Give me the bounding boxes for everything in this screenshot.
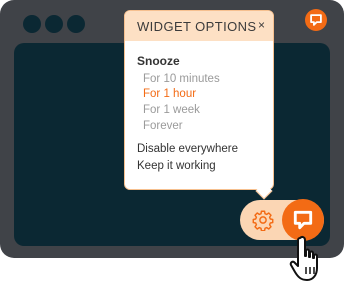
window-dot-2 — [45, 15, 63, 33]
chat-icon — [310, 14, 322, 26]
snooze-option-1-week[interactable]: For 1 week — [143, 104, 200, 116]
snooze-option-10-minutes[interactable]: For 10 minutes — [143, 73, 220, 85]
window-dot-3 — [67, 15, 85, 33]
popup-header: WIDGET OPTIONS × — [125, 11, 273, 41]
snooze-heading: Snooze — [137, 54, 180, 68]
widget-options-popup: WIDGET OPTIONS × Snooze For 10 minutes F… — [124, 10, 274, 190]
disable-everywhere-option[interactable]: Disable everywhere — [137, 143, 238, 155]
keep-it-working-option[interactable]: Keep it working — [137, 160, 216, 172]
popup-title: WIDGET OPTIONS — [137, 19, 257, 34]
hand-pointer-icon — [289, 235, 318, 281]
snooze-option-forever[interactable]: Forever — [143, 120, 183, 132]
snooze-option-1-hour[interactable]: For 1 hour — [143, 88, 196, 100]
corner-chat-button[interactable] — [305, 9, 327, 31]
window-dot-1 — [23, 15, 41, 33]
close-button[interactable]: × — [258, 18, 265, 32]
chat-icon — [293, 210, 313, 230]
gear-icon — [252, 210, 274, 231]
settings-button[interactable] — [251, 208, 275, 232]
